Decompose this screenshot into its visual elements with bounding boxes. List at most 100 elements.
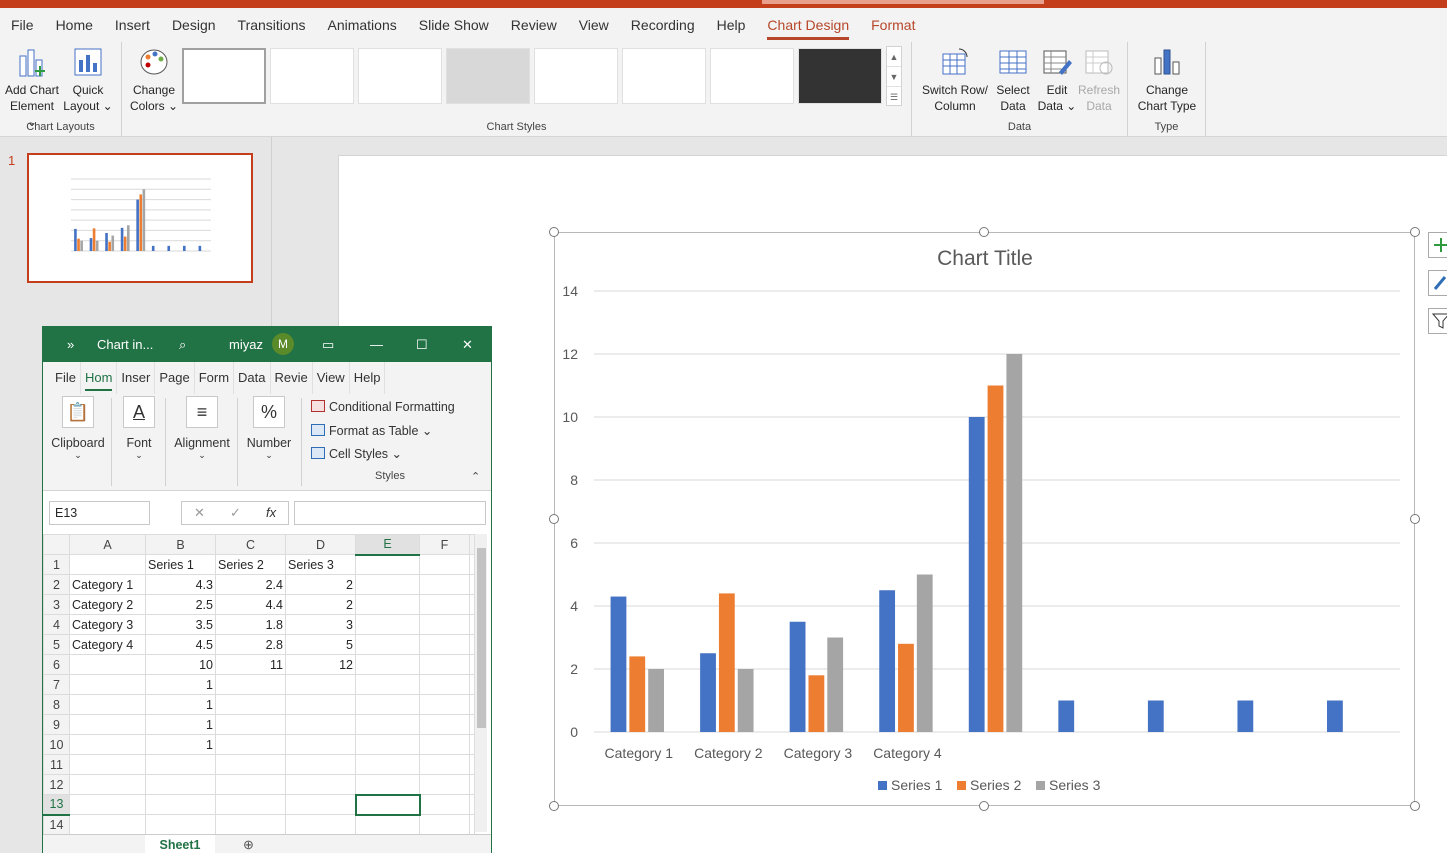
- scrollbar-thumb[interactable]: [477, 548, 486, 728]
- cell[interactable]: [419, 674, 470, 695]
- row-header[interactable]: 3: [43, 594, 70, 615]
- cell[interactable]: Category 3: [69, 614, 146, 635]
- cell[interactable]: [215, 694, 286, 715]
- enter-icon[interactable]: ✓: [230, 505, 241, 521]
- menu-tab-format[interactable]: Format: [860, 8, 926, 42]
- cell[interactable]: [355, 594, 420, 615]
- menu-tab-view[interactable]: View: [568, 8, 620, 42]
- resize-handle-tl[interactable]: [549, 227, 559, 237]
- chart-style-2[interactable]: [270, 48, 354, 104]
- change-colors-button[interactable]: Change Colors ⌄: [128, 46, 180, 114]
- menu-tab-animations[interactable]: Animations: [316, 8, 407, 42]
- excel-menu-revie[interactable]: Revie: [271, 362, 313, 394]
- cell[interactable]: [355, 754, 420, 775]
- resize-handle-l[interactable]: [549, 514, 559, 524]
- menu-tab-home[interactable]: Home: [45, 8, 104, 42]
- cell[interactable]: [355, 674, 420, 695]
- number-button[interactable]: % Number ⌄: [243, 396, 295, 461]
- chart-style-1[interactable]: [182, 48, 266, 104]
- format-as-table-button[interactable]: Format as Table ⌄: [311, 423, 432, 438]
- excel-menu-inser[interactable]: Inser: [117, 362, 156, 394]
- column-header[interactable]: F: [419, 534, 470, 555]
- column-header[interactable]: B: [145, 534, 216, 555]
- cell[interactable]: [355, 634, 420, 655]
- cell[interactable]: 2: [285, 594, 356, 615]
- menu-tab-chart-design[interactable]: Chart Design: [756, 8, 860, 42]
- add-sheet-icon[interactable]: ⊕: [243, 837, 254, 853]
- vertical-scrollbar[interactable]: [474, 534, 487, 832]
- cell[interactable]: 12: [285, 654, 356, 675]
- cell[interactable]: 4.5: [145, 634, 216, 655]
- cell[interactable]: [69, 774, 146, 795]
- cell[interactable]: [215, 714, 286, 735]
- resize-handle-r[interactable]: [1410, 514, 1420, 524]
- cell[interactable]: Category 1: [69, 574, 146, 595]
- insert-function-icon[interactable]: fx: [266, 505, 276, 520]
- clipboard-button[interactable]: 📋 Clipboard ⌄: [51, 396, 105, 461]
- excel-menu-page[interactable]: Page: [155, 362, 195, 394]
- menu-tab-design[interactable]: Design: [161, 8, 227, 42]
- cell-styles-button[interactable]: Cell Styles ⌄: [311, 446, 402, 461]
- column-header[interactable]: A: [69, 534, 146, 555]
- row-header[interactable]: 12: [43, 774, 70, 795]
- cell[interactable]: 2: [285, 574, 356, 595]
- row-header[interactable]: 1: [43, 554, 70, 575]
- cell[interactable]: [69, 654, 146, 675]
- row-header[interactable]: 5: [43, 634, 70, 655]
- cell[interactable]: Series 1: [145, 554, 216, 575]
- excel-menu-file[interactable]: File: [51, 362, 81, 394]
- edit-data-button[interactable]: Edit Data ⌄: [1036, 46, 1078, 114]
- sheet-tab[interactable]: Sheet1: [145, 835, 215, 853]
- column-header[interactable]: D: [285, 534, 356, 555]
- chart-style-6[interactable]: [622, 48, 706, 104]
- row-header[interactable]: 9: [43, 714, 70, 735]
- chart-style-4[interactable]: [446, 48, 530, 104]
- cell[interactable]: [285, 794, 356, 815]
- menu-tab-help[interactable]: Help: [706, 8, 757, 42]
- cell[interactable]: [69, 794, 146, 815]
- slide-thumbnail[interactable]: [27, 153, 253, 283]
- cell[interactable]: 1: [145, 714, 216, 735]
- cell[interactable]: [355, 714, 420, 735]
- chart-object[interactable]: Chart Title 0 2 4 6 8 10 12 14 Category 1 Category…: [554, 232, 1415, 806]
- cell[interactable]: Category 4: [69, 634, 146, 655]
- menu-tab-file[interactable]: File: [0, 8, 45, 42]
- change-chart-type-button[interactable]: Change Chart Type: [1134, 46, 1200, 114]
- menu-tab-recording[interactable]: Recording: [620, 8, 706, 42]
- cell[interactable]: [419, 594, 470, 615]
- row-header[interactable]: 2: [43, 574, 70, 595]
- chart-style-7[interactable]: [710, 48, 794, 104]
- cell[interactable]: [285, 774, 356, 795]
- cell[interactable]: [285, 694, 356, 715]
- excel-menu-form[interactable]: Form: [195, 362, 235, 394]
- resize-handle-t[interactable]: [979, 227, 989, 237]
- cell[interactable]: [355, 614, 420, 635]
- cell[interactable]: [145, 774, 216, 795]
- cell[interactable]: [419, 774, 470, 795]
- cell[interactable]: [145, 754, 216, 775]
- conditional-formatting-button[interactable]: Conditional Formatting: [311, 400, 455, 414]
- row-header[interactable]: 11: [43, 754, 70, 775]
- collapse-ribbon-icon[interactable]: ⌃: [471, 470, 480, 483]
- cell[interactable]: [419, 814, 470, 834]
- cell[interactable]: [355, 554, 420, 575]
- formula-input[interactable]: [294, 501, 486, 525]
- cell[interactable]: [355, 814, 420, 834]
- select-data-button[interactable]: Select Data: [992, 46, 1034, 114]
- chart-elements-button[interactable]: [1428, 232, 1447, 258]
- excel-menu-view[interactable]: View: [313, 362, 350, 394]
- close-icon[interactable]: ✕: [462, 327, 473, 362]
- cell[interactable]: [69, 754, 146, 775]
- chart-style-5[interactable]: [534, 48, 618, 104]
- cell[interactable]: [419, 574, 470, 595]
- row-header[interactable]: 14: [43, 814, 70, 834]
- cell[interactable]: 1: [145, 694, 216, 715]
- chart-filters-button[interactable]: [1428, 308, 1447, 334]
- chart-style-8[interactable]: [798, 48, 882, 104]
- cell[interactable]: [355, 774, 420, 795]
- row-header[interactable]: 6: [43, 654, 70, 675]
- row-header[interactable]: 13: [43, 794, 70, 816]
- add-chart-element-button[interactable]: Add Chart Element ⌄: [4, 46, 60, 130]
- row-header[interactable]: 7: [43, 674, 70, 695]
- cell[interactable]: 1.8: [215, 614, 286, 635]
